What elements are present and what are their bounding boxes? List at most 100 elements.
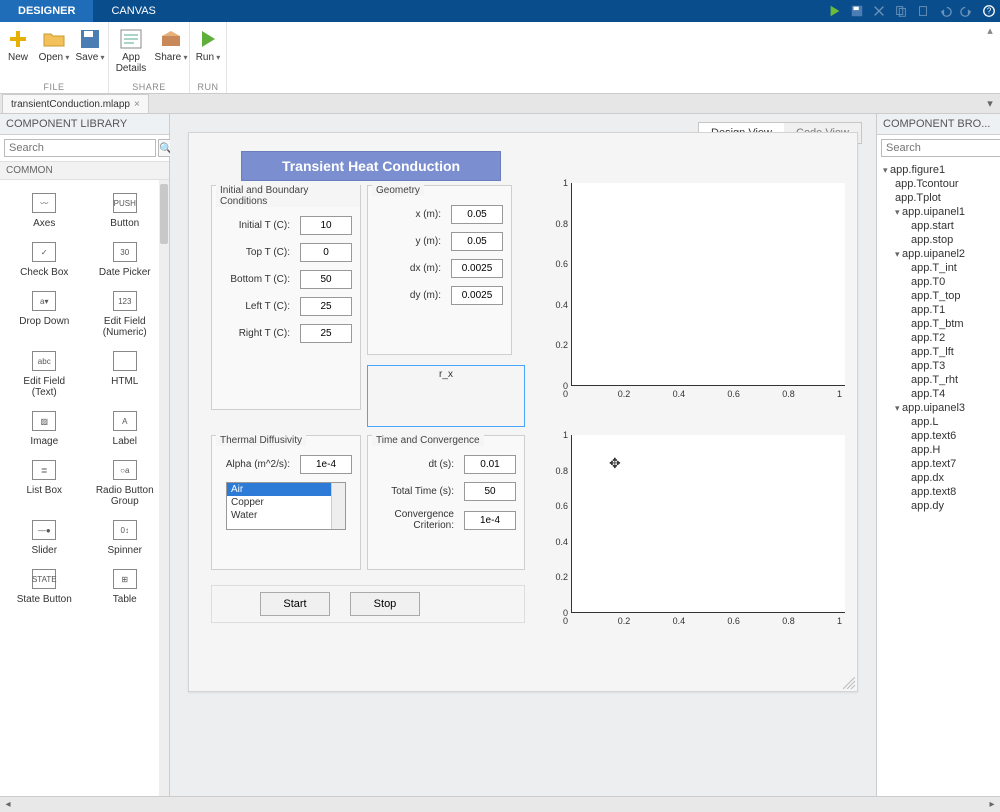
tree-node[interactable]: app.T_int	[877, 261, 1000, 275]
design-canvas[interactable]: Design View Code View Transient Heat Con…	[170, 114, 876, 796]
field-input[interactable]	[451, 205, 503, 224]
stop-button[interactable]: Stop	[350, 592, 420, 616]
alpha-input[interactable]	[300, 455, 352, 474]
tree-node[interactable]: app.stop	[877, 233, 1000, 247]
open-button[interactable]: Open	[36, 22, 72, 82]
component-html[interactable]: HTML	[85, 346, 166, 398]
field-input[interactable]	[300, 216, 352, 235]
tree-node[interactable]: app.dx	[877, 471, 1000, 485]
tree-node[interactable]: app.L	[877, 415, 1000, 429]
axes-bottom[interactable]: 00.20.40.60.8100.20.40.60.81	[549, 433, 849, 633]
scroll-right-icon[interactable]: ▸	[984, 799, 1000, 810]
material-listbox[interactable]: AirCopperWater	[226, 482, 346, 530]
field-input[interactable]	[464, 455, 516, 474]
field-input[interactable]	[300, 243, 352, 262]
tree-node[interactable]: app.figure1	[877, 163, 1000, 177]
component-image[interactable]: ▨Image	[4, 406, 85, 447]
start-button[interactable]: Start	[260, 592, 330, 616]
app-details-button[interactable]: App Details	[109, 22, 153, 82]
field-input[interactable]	[464, 482, 516, 501]
tree-node[interactable]: app.T3	[877, 359, 1000, 373]
tree-node[interactable]: app.Tplot	[877, 191, 1000, 205]
tree-node[interactable]: app.T2	[877, 331, 1000, 345]
panel-thermal-diffusivity[interactable]: Thermal Diffusivity Alpha (m^2/s): AirCo…	[211, 435, 361, 570]
component-button[interactable]: PUSHButton	[85, 188, 166, 229]
tree-node[interactable]: app.T0	[877, 275, 1000, 289]
list-item[interactable]: Air	[227, 483, 345, 496]
new-button[interactable]: New	[0, 22, 36, 82]
tree-node[interactable]: app.T_top	[877, 289, 1000, 303]
file-tab[interactable]: transientConduction.mlapp ×	[2, 94, 149, 113]
list-item[interactable]: Copper	[227, 496, 345, 509]
panel-boundary-conditions[interactable]: Initial and Boundary Conditions Initial …	[211, 185, 361, 410]
field-input[interactable]	[464, 511, 516, 530]
tree-node[interactable]: app.T4	[877, 387, 1000, 401]
scrollbar[interactable]	[159, 180, 169, 796]
field-input[interactable]	[300, 324, 352, 343]
tree-node[interactable]: app.uipanel2	[877, 247, 1000, 261]
panel-geometry[interactable]: Geometry x (m):y (m):dx (m):dy (m):	[367, 185, 512, 355]
tree-node[interactable]: app.text8	[877, 485, 1000, 499]
tree-node[interactable]: app.T1	[877, 303, 1000, 317]
field-input[interactable]	[451, 286, 503, 305]
tree-node[interactable]: app.T_lft	[877, 345, 1000, 359]
panel-controls[interactable]: Start Stop	[211, 585, 525, 623]
component-tree[interactable]: app.figure1app.Tcontourapp.Tplotapp.uipa…	[877, 161, 1000, 796]
panel-time-convergence[interactable]: Time and Convergence dt (s):Total Time (…	[367, 435, 525, 570]
tree-node[interactable]: app.uipanel1	[877, 205, 1000, 219]
tree-node[interactable]: app.T_btm	[877, 317, 1000, 331]
save-icon[interactable]	[846, 0, 868, 22]
component-edit-field-numeric-[interactable]: 123Edit Field (Numeric)	[85, 286, 166, 338]
field-input[interactable]	[451, 259, 503, 278]
field-input[interactable]	[300, 297, 352, 316]
tab-designer[interactable]: DESIGNER	[0, 0, 93, 22]
search-input[interactable]	[4, 139, 156, 157]
close-icon[interactable]: ×	[134, 99, 140, 110]
app-figure[interactable]: Transient Heat Conduction Initial and Bo…	[188, 132, 858, 692]
tree-node[interactable]: app.uipanel3	[877, 401, 1000, 415]
scrollbar[interactable]	[331, 483, 345, 529]
scroll-left-icon[interactable]: ◂	[0, 799, 16, 810]
collapse-ribbon-icon[interactable]: ▴	[980, 22, 1000, 93]
component-check-box[interactable]: ✓Check Box	[4, 237, 85, 278]
paste-icon[interactable]	[912, 0, 934, 22]
component-state-button[interactable]: STATEState Button	[4, 564, 85, 605]
save-button[interactable]: Save	[72, 22, 108, 82]
component-date-picker[interactable]: 30Date Picker	[85, 237, 166, 278]
redo-icon[interactable]	[956, 0, 978, 22]
component-axes[interactable]: 〰Axes	[4, 188, 85, 229]
app-title-label[interactable]: Transient Heat Conduction	[241, 151, 501, 181]
tree-node[interactable]: app.dy	[877, 499, 1000, 513]
tree-node[interactable]: app.start	[877, 219, 1000, 233]
tree-node[interactable]: app.text6	[877, 429, 1000, 443]
component-table[interactable]: ⊞Table	[85, 564, 166, 605]
selected-component-outline[interactable]: r_x	[367, 365, 525, 427]
component-edit-field-text-[interactable]: abcEdit Field (Text)	[4, 346, 85, 398]
share-button[interactable]: Share	[153, 22, 189, 82]
axes-top[interactable]: 00.20.40.60.8100.20.40.60.81	[549, 181, 849, 406]
component-label[interactable]: ALabel	[85, 406, 166, 447]
tree-node[interactable]: app.H	[877, 443, 1000, 457]
run-icon[interactable]	[824, 0, 846, 22]
run-button[interactable]: Run	[190, 22, 226, 82]
tree-node[interactable]: app.text7	[877, 457, 1000, 471]
copy-icon[interactable]	[890, 0, 912, 22]
component-list-box[interactable]: ≣List Box	[4, 455, 85, 507]
tab-canvas[interactable]: CANVAS	[93, 0, 173, 22]
component-slider[interactable]: —●Slider	[4, 515, 85, 556]
undo-icon[interactable]	[934, 0, 956, 22]
field-label: Total Time (s):	[376, 486, 464, 497]
field-input[interactable]	[451, 232, 503, 251]
tab-overflow-icon[interactable]: ▾	[980, 94, 1000, 113]
help-icon[interactable]: ?	[978, 0, 1000, 22]
tree-node[interactable]: app.Tcontour	[877, 177, 1000, 191]
cut-icon[interactable]	[868, 0, 890, 22]
resize-grip-icon[interactable]	[843, 677, 855, 689]
search-input[interactable]	[881, 139, 1000, 157]
field-input[interactable]	[300, 270, 352, 289]
tree-node[interactable]: app.T_rht	[877, 373, 1000, 387]
list-item[interactable]: Water	[227, 509, 345, 522]
component-radio-button-group[interactable]: ○aRadio Button Group	[85, 455, 166, 507]
component-drop-down[interactable]: a▾Drop Down	[4, 286, 85, 338]
component-spinner[interactable]: 0↕Spinner	[85, 515, 166, 556]
